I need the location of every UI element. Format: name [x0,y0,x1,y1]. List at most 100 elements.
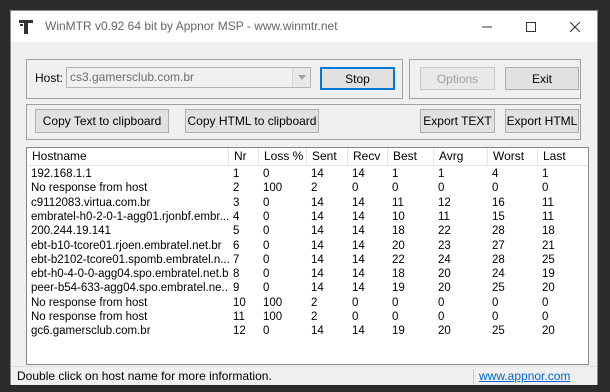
cell-worst: 25 [492,325,505,338]
cell-hostname: ebt-h0-4-0-0-agg04.spo.embratel.net.br [31,268,229,281]
export-html-button[interactable]: Export HTML [505,109,579,133]
results-table[interactable]: Hostname Nr Loss % Sent Recv Best Avrg Worst Las… [26,147,589,365]
cell-last: 11 [542,210,554,223]
window-title: WinMTR v0.92 64 bit by Appnor MSP - www.… [45,19,338,33]
table-row[interactable]: 192.168.1.1 1 0 14 14 1 1 4 1 [27,167,588,181]
cell-loss: 0 [263,196,270,209]
column-header-worst[interactable]: Worst [488,148,538,165]
cell-nr: 6 [233,239,240,252]
cell-recv: 14 [352,239,365,252]
cell-hostname: ebt-b10-tcore01.rjoen.embratel.net.br [31,239,222,252]
cell-nr: 4 [233,210,240,223]
cell-loss: 0 [263,225,270,238]
cell-loss: 0 [263,253,270,266]
cell-recv: 0 [352,296,359,309]
cell-avrg: 1 [438,168,445,180]
cell-hostname: c9112083.virtua.com.br [31,196,151,209]
cell-hostname: ebt-b2102-tcore01.spomb.embratel.n... [31,253,229,266]
column-header-best[interactable]: Best [388,148,434,165]
cell-hostname: No response from host [31,182,148,195]
cell-worst: 27 [492,239,505,252]
title-bar[interactable]: WinMTR v0.92 64 bit by Appnor MSP - www.… [11,11,597,42]
status-separator [473,369,474,384]
stop-button[interactable]: Stop [320,67,395,90]
table-row[interactable]: No response from host 11 100 2 0 0 0 0 0 [27,310,588,324]
exit-button[interactable]: Exit [505,67,579,90]
cell-best: 1 [392,168,399,180]
cell-last: 0 [542,182,549,195]
cell-avrg: 0 [438,311,445,323]
cell-worst: 28 [492,225,505,238]
table-row[interactable]: ebt-b10-tcore01.rjoen.embratel.net.br 6 0 1… [27,239,588,253]
column-header-last[interactable]: Last [538,148,588,165]
cell-avrg: 0 [438,296,445,309]
cell-nr: 2 [233,182,240,195]
appnor-link[interactable]: www.appnor.com [479,369,570,383]
host-combobox[interactable]: cs3.gamersclub.com.br [66,67,311,88]
cell-nr: 10 [233,296,246,309]
cell-avrg: 20 [438,325,451,338]
table-row[interactable]: c9112083.virtua.com.br 3 0 14 14 11 12 16 11 [27,196,588,210]
cell-sent: 14 [311,210,324,223]
column-header-recv[interactable]: Recv [348,148,388,165]
column-header-hostname[interactable]: Hostname [27,148,229,165]
table-row[interactable]: gc6.gamersclub.com.br 12 0 14 14 19 20 25 20 [27,324,588,338]
table-row[interactable]: No response from host 2 100 2 0 0 0 0 0 [27,181,588,195]
cell-recv: 14 [352,253,365,266]
cell-recv: 14 [352,210,365,223]
cell-best: 18 [392,268,405,281]
cell-hostname: peer-b54-633-agg04.spo.embratel.ne... [31,282,229,295]
column-header-sent[interactable]: Sent [307,148,348,165]
options-button[interactable]: Options [420,67,495,90]
column-header-avrg[interactable]: Avrg [434,148,488,165]
column-header-nr[interactable]: Nr [229,148,259,165]
copy-html-button[interactable]: Copy HTML to clipboard [185,109,319,133]
table-row[interactable]: ebt-b2102-tcore01.spomb.embratel.n... 7 0 1… [27,253,588,267]
table-row[interactable]: peer-b54-633-agg04.spo.embratel.ne... 9 0 1… [27,281,588,295]
cell-best: 18 [392,225,405,238]
cell-best: 22 [392,253,405,266]
table-row[interactable]: ebt-h0-4-0-0-agg04.spo.embratel.net.br 8 0… [27,267,588,281]
column-header-loss[interactable]: Loss % [259,148,307,165]
cell-best: 10 [392,210,405,223]
cell-nr: 1 [233,168,240,180]
export-text-button[interactable]: Export TEXT [420,109,495,133]
cell-avrg: 0 [438,182,445,195]
table-row[interactable]: No response from host 10 100 2 0 0 0 0 0 [27,296,588,310]
table-row[interactable]: 200.244.19.141 5 0 14 14 18 22 28 18 [27,224,588,238]
minimize-button[interactable] [465,11,509,42]
host-dropdown-button[interactable] [292,68,310,87]
cell-avrg: 12 [438,196,451,209]
cell-avrg: 23 [438,239,451,252]
cell-worst: 25 [492,282,505,295]
table-row[interactable]: embratel-h0-2-0-1-agg01.rjonbf.embr... 4 0… [27,210,588,224]
cell-hostname: gc6.gamersclub.com.br [31,325,151,338]
cell-hostname: No response from host [31,296,148,309]
cell-nr: 3 [233,196,240,209]
cell-best: 0 [392,182,399,195]
cell-last: 0 [542,296,549,309]
copy-text-button[interactable]: Copy Text to clipboard [35,109,169,133]
status-text: Double click on host name for more infor… [17,369,272,383]
cell-loss: 100 [263,311,283,323]
cell-worst: 28 [492,253,505,266]
cell-last: 1 [542,168,549,180]
minimize-icon [482,26,492,27]
cell-nr: 8 [233,268,240,281]
close-button[interactable] [553,11,597,42]
cell-sent: 2 [311,296,318,309]
cell-worst: 15 [492,210,505,223]
cell-avrg: 11 [438,210,450,223]
cell-hostname: 192.168.1.1 [31,168,92,180]
cell-sent: 14 [311,282,324,295]
cell-sent: 14 [311,268,324,281]
winmtr-window: WinMTR v0.92 64 bit by Appnor MSP - www.… [10,10,598,385]
maximize-button[interactable] [509,11,553,42]
cell-nr: 12 [233,325,246,338]
cell-nr: 7 [233,253,240,266]
chevron-down-icon [297,75,306,80]
cell-sent: 2 [311,182,318,195]
cell-loss: 0 [263,282,270,295]
cell-last: 11 [542,196,554,209]
cell-worst: 16 [492,196,505,209]
